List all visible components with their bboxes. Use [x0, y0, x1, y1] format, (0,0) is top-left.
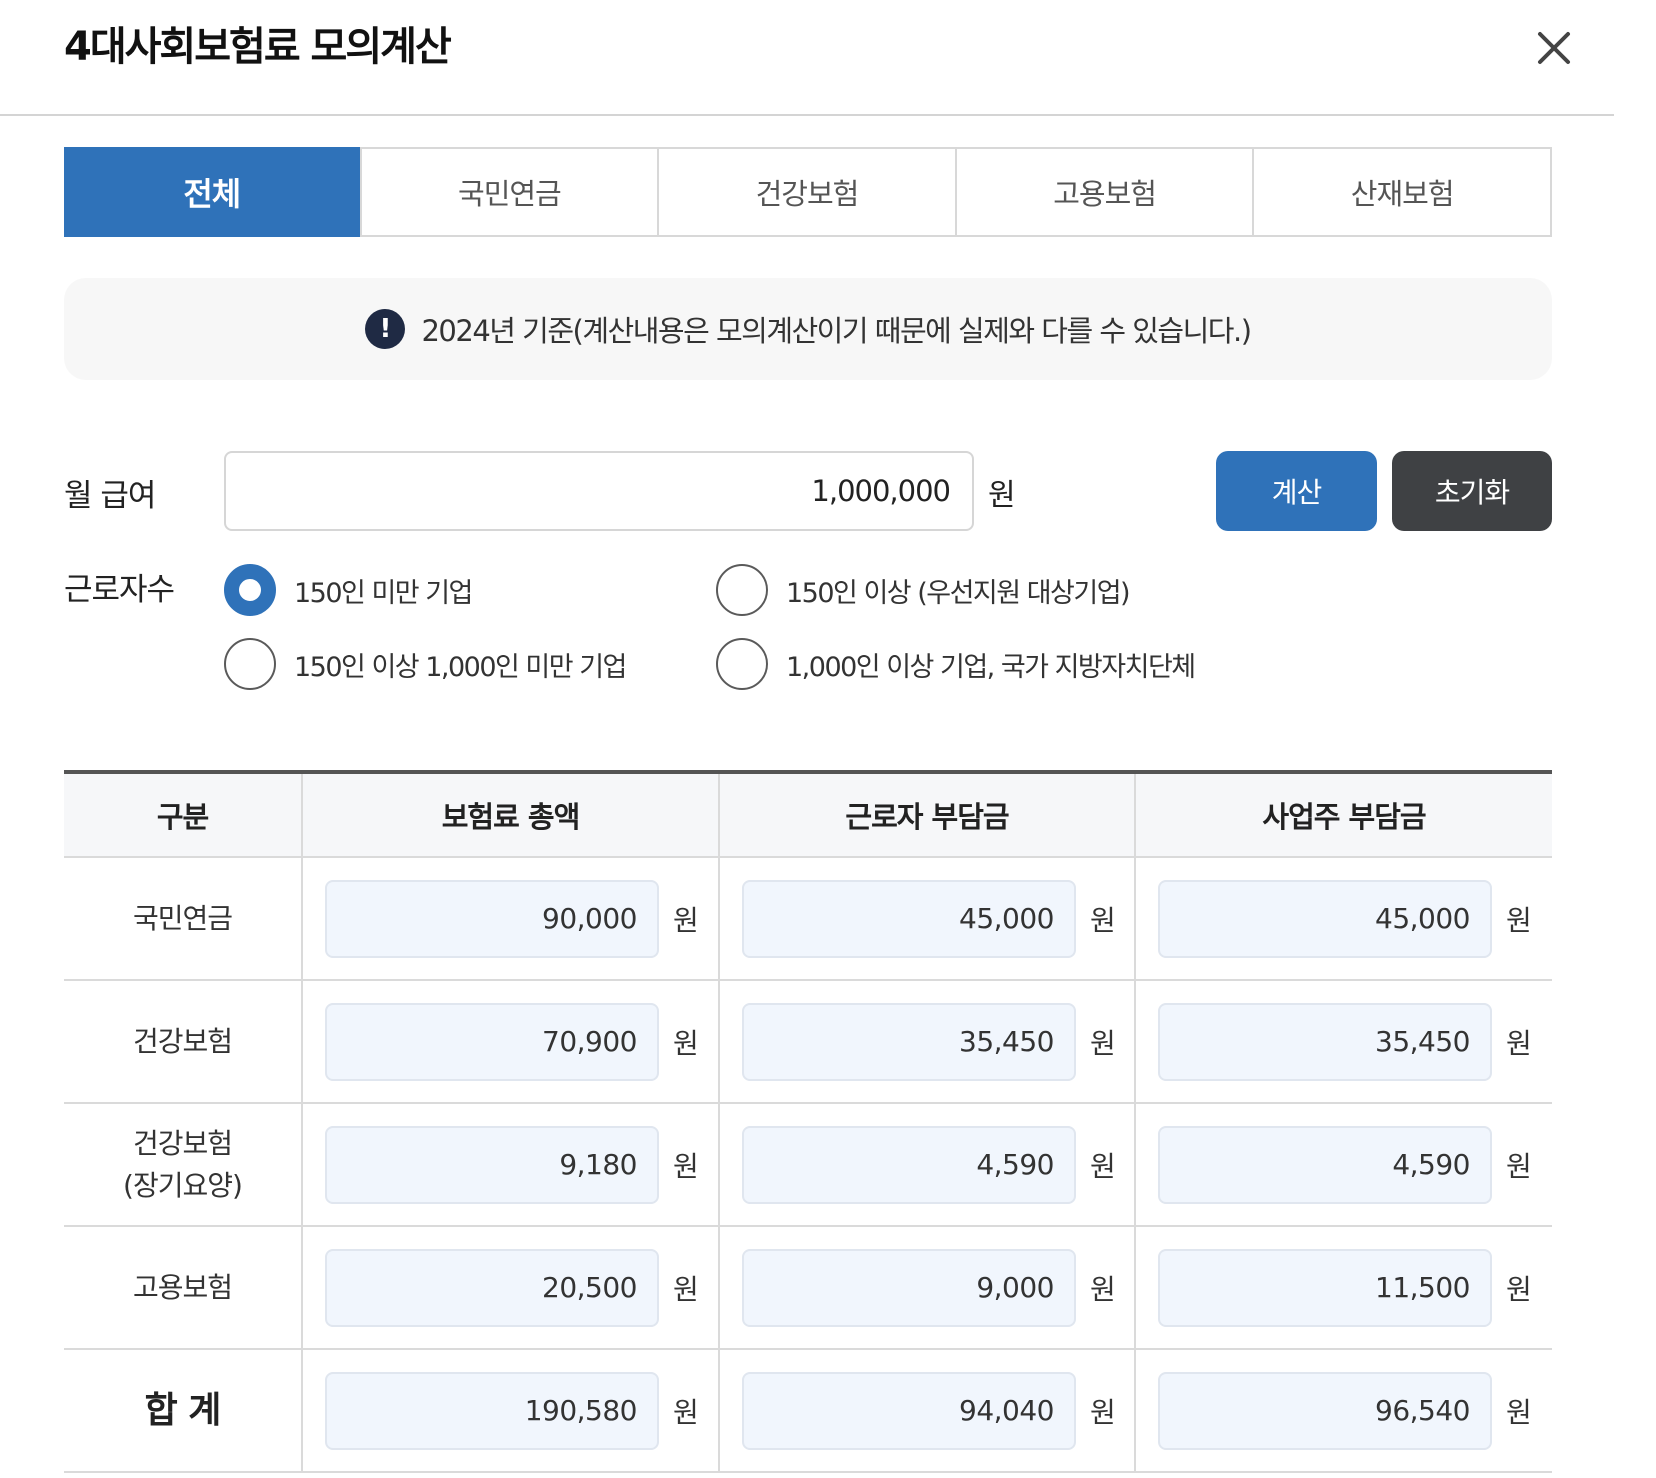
- column-header-employer-share: 사업주 부담금: [1134, 772, 1552, 858]
- modal-title: 4대사회보험료 모의계산: [64, 24, 452, 70]
- unit-label: 원: [1506, 1149, 1532, 1183]
- employee-share-value: 35,450: [742, 1002, 1076, 1081]
- reset-button[interactable]: 초기화: [1392, 451, 1552, 531]
- insurance-calculator-modal: 4대사회보험료 모의계산 전체 국민연금 건강보험 고용보험 산재보험 ! 20…: [0, 0, 1656, 1478]
- table-row: 고용보험 20,500 원 9,000 원 11,500 원: [64, 1226, 1552, 1350]
- total-premium-value: 9,180: [325, 1125, 659, 1204]
- radio-label: 1,000인 이상 기업, 국가 지방자치단체: [786, 651, 1196, 683]
- unit-label: 원: [1090, 903, 1116, 937]
- radio-label: 150인 미만 기업: [294, 577, 473, 609]
- result-table: 구분 보험료 총액 근로자 부담금 사업주 부담금 국민연금 90,000 원 4…: [64, 770, 1552, 1473]
- radio-button-checked[interactable]: [224, 564, 276, 616]
- total-premium-sum: 190,580: [325, 1371, 659, 1450]
- table-total-row: 합 계 190,580 원 94,040 원 96,540 원: [64, 1349, 1552, 1473]
- unit-label: 원: [1506, 903, 1532, 937]
- table-row: 건강보험 70,900 원 35,450 원 35,450 원: [64, 980, 1552, 1104]
- notice-text: 2024년 기준(계산내용은 모의계산이기 때문에 실제와 다를 수 있습니다.…: [421, 314, 1252, 348]
- close-button[interactable]: [1530, 24, 1578, 72]
- employee-share-sum: 94,040: [742, 1371, 1076, 1450]
- radio-1000-plus-public[interactable]: 1,000인 이상 기업, 국가 지방자치단체: [716, 638, 1196, 690]
- tab-national-pension[interactable]: 국민연금: [359, 149, 658, 235]
- unit-label: 원: [1506, 1395, 1532, 1429]
- employer-share-value: 4,590: [1158, 1125, 1492, 1204]
- row-category: 국민연금: [64, 857, 302, 981]
- employer-share-value: 45,000: [1158, 879, 1492, 958]
- radio-label: 150인 이상 1,000인 미만 기업: [294, 651, 627, 683]
- unit-label: 원: [673, 1272, 699, 1306]
- table-row: 국민연금 90,000 원 45,000 원 45,000 원: [64, 857, 1552, 981]
- exclamation-icon: !: [365, 309, 406, 349]
- total-premium-value: 90,000: [325, 879, 659, 958]
- employer-share-sum: 96,540: [1158, 1371, 1492, 1450]
- salary-input[interactable]: [224, 451, 974, 531]
- employee-share-value: 45,000: [742, 879, 1076, 958]
- modal-header: 4대사회보험료 모의계산: [0, 0, 1614, 116]
- unit-label: 원: [673, 1026, 699, 1060]
- row-category: 건강보험 (장기요양): [64, 1103, 302, 1227]
- tab-health-insurance[interactable]: 건강보험: [657, 149, 955, 235]
- radio-label: 150인 이상 (우선지원 대상기업): [786, 577, 1131, 609]
- unit-label: 원: [673, 1149, 699, 1183]
- row-category: 합 계: [64, 1349, 302, 1473]
- salary-label: 월 급여: [64, 478, 156, 514]
- table-header-row: 구분 보험료 총액 근로자 부담금 사업주 부담금: [64, 772, 1552, 858]
- radio-under-150[interactable]: 150인 미만 기업: [224, 564, 473, 616]
- radio-150-plus-priority[interactable]: 150인 이상 (우선지원 대상기업): [716, 564, 1131, 616]
- unit-label: 원: [1506, 1272, 1532, 1306]
- close-icon: [1538, 32, 1570, 64]
- employer-share-value: 11,500: [1158, 1248, 1492, 1327]
- unit-label: 원: [1506, 1026, 1532, 1060]
- column-header-category: 구분: [64, 772, 302, 858]
- unit-label: 원: [673, 903, 699, 937]
- employer-share-value: 35,450: [1158, 1002, 1492, 1081]
- radio-button[interactable]: [224, 638, 276, 690]
- row-category-label: 건강보험: [132, 1024, 233, 1058]
- row-category-label: 건강보험: [132, 1126, 233, 1160]
- unit-label: 원: [1090, 1026, 1116, 1060]
- radio-150-to-1000[interactable]: 150인 이상 1,000인 미만 기업: [224, 638, 627, 690]
- salary-unit: 원: [988, 478, 1016, 513]
- column-header-employee-share: 근로자 부담금: [718, 772, 1135, 858]
- total-premium-value: 20,500: [325, 1248, 659, 1327]
- total-premium-value: 70,900: [325, 1002, 659, 1081]
- radio-button[interactable]: [716, 564, 768, 616]
- tab-all[interactable]: 전체: [64, 147, 360, 237]
- employee-share-value: 9,000: [742, 1248, 1076, 1327]
- radio-button[interactable]: [716, 638, 768, 690]
- insurance-tabs: 전체 국민연금 건강보험 고용보험 산재보험: [64, 147, 1552, 237]
- unit-label: 원: [1090, 1272, 1116, 1306]
- row-category: 건강보험: [64, 980, 302, 1104]
- row-category: 고용보험: [64, 1226, 302, 1350]
- calculate-button[interactable]: 계산: [1216, 451, 1377, 531]
- unit-label: 원: [1090, 1149, 1116, 1183]
- workers-label: 근로자수: [64, 572, 175, 608]
- tab-industrial-accident-insurance[interactable]: 산재보험: [1252, 149, 1550, 235]
- tab-employment-insurance[interactable]: 고용보험: [954, 149, 1253, 235]
- unit-label: 원: [673, 1395, 699, 1429]
- row-category-label: 고용보험: [132, 1270, 233, 1304]
- total-label: 합 계: [144, 1389, 222, 1431]
- column-header-total-premium: 보험료 총액: [301, 772, 719, 858]
- notice-banner: ! 2024년 기준(계산내용은 모의계산이기 때문에 실제와 다를 수 있습니…: [64, 278, 1552, 380]
- row-category-sublabel: (장기요양): [123, 1168, 243, 1202]
- row-category-label: 국민연금: [132, 901, 233, 935]
- table-row: 건강보험 (장기요양) 9,180 원 4,590 원 4,590 원: [64, 1103, 1552, 1227]
- employee-share-value: 4,590: [742, 1125, 1076, 1204]
- unit-label: 원: [1090, 1395, 1116, 1429]
